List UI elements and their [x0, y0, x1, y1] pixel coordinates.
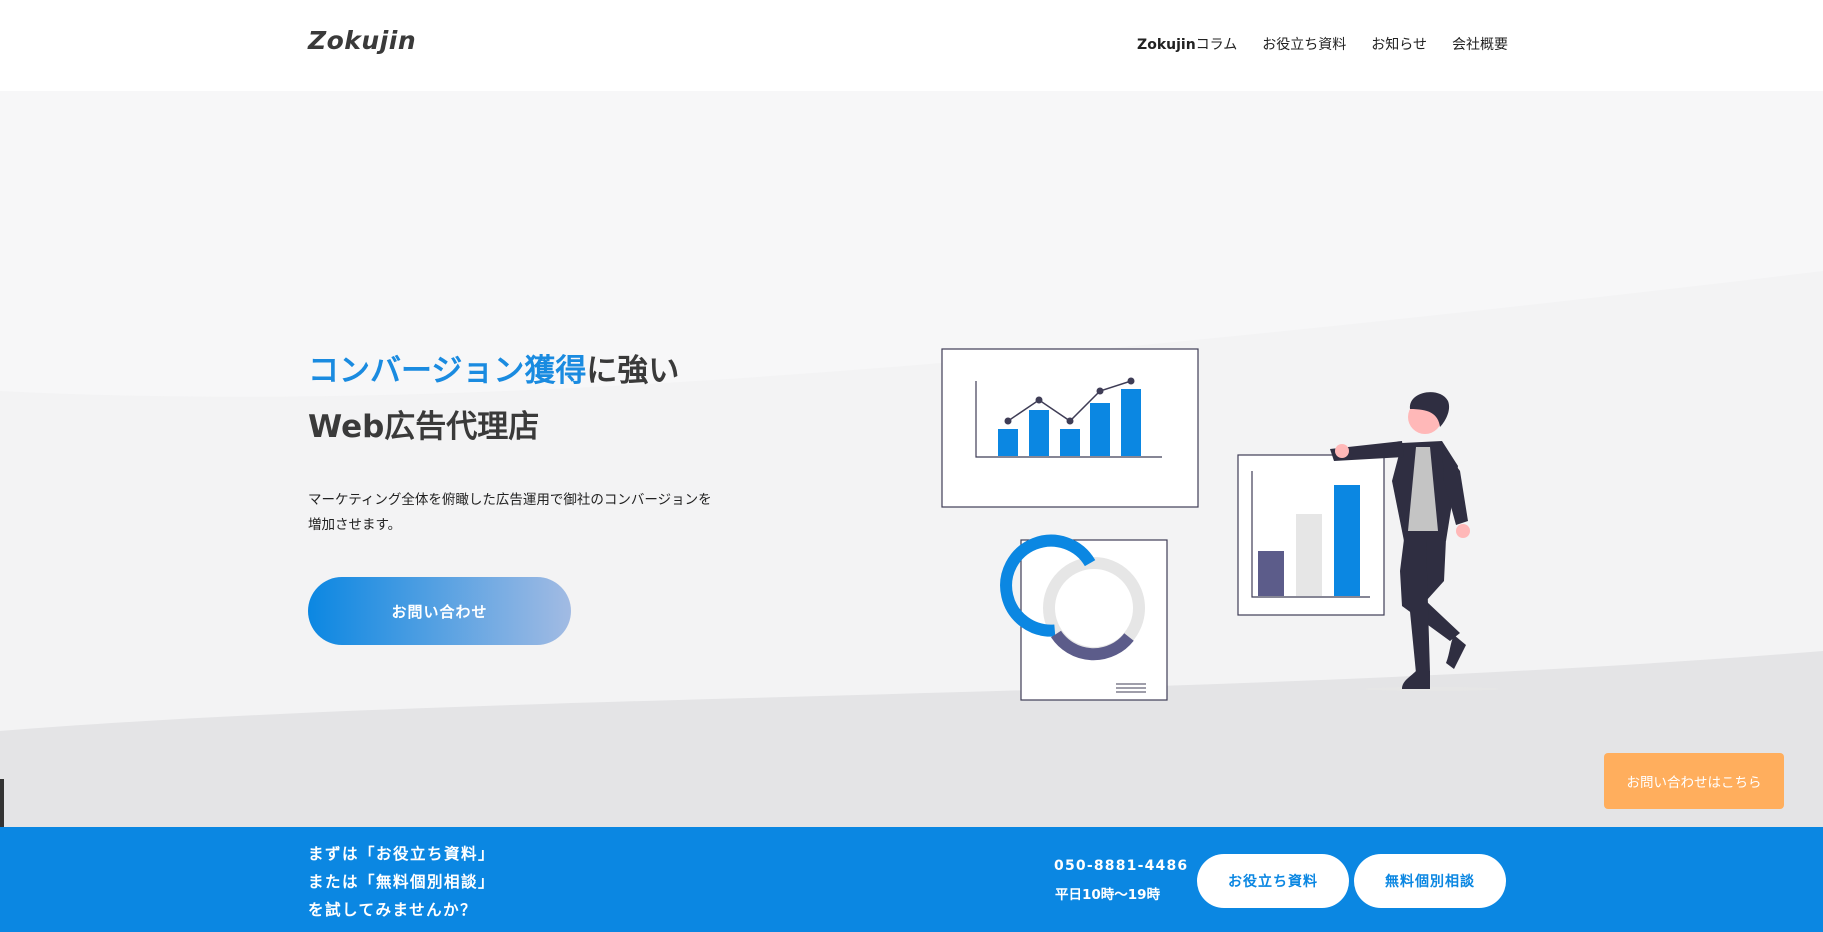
nav-item-column-brand: Zokujin — [1137, 37, 1196, 53]
contact-floating-button[interactable]: お問い合わせはこちら — [1604, 753, 1784, 809]
phone-number[interactable]: 050-8881-4486 — [1054, 858, 1188, 874]
bar-line-chart-card — [941, 348, 1199, 508]
hero-section: コンバージョン獲得に強い Web広告代理店 マーケティング全体を俯瞰した広告運用… — [0, 91, 1823, 827]
bottom-cta-line-1: まずは「お役立ち資料」 — [308, 845, 496, 863]
contact-button[interactable]: お問い合わせ — [308, 577, 571, 645]
hero-background-waves — [0, 271, 1823, 827]
bar-chart-card — [1237, 454, 1385, 616]
site-header: Zokujin Zokujinコラム お役立ち資料 お知らせ 会社概要 — [0, 0, 1823, 91]
hero-headline: コンバージョン獲得に強い Web広告代理店 — [308, 343, 679, 455]
main-nav: Zokujinコラム お役立ち資料 お知らせ 会社概要 — [1137, 34, 1508, 54]
donut-chart-card — [1000, 534, 1168, 701]
bottom-cta-text: まずは「お役立ち資料」 または「無料個別相談」 を試してみませんか？ — [308, 840, 495, 924]
bottom-cta-line-2: または「無料個別相談」 — [308, 873, 496, 891]
hero-lead: マーケティング全体を俯瞰した広告運用で御社のコンバージョンを 増加させます。 — [308, 488, 768, 538]
side-tab[interactable] — [0, 779, 4, 827]
free-consultation-button[interactable]: 無料個別相談 — [1354, 854, 1506, 908]
resources-button[interactable]: お役立ち資料 — [1197, 854, 1349, 908]
nav-item-news[interactable]: お知らせ — [1371, 34, 1427, 54]
headline-line-2: Web広告代理店 — [308, 409, 540, 445]
headline-line-1: コンバージョン獲得に強い — [308, 343, 679, 399]
analytics-illustration — [941, 348, 1500, 701]
nav-item-resources[interactable]: お役立ち資料 — [1262, 34, 1346, 54]
headline-rest: に強い — [586, 353, 680, 389]
business-hours: 平日10時～19時 — [1055, 887, 1161, 903]
bottom-cta-line-3: を試してみませんか？ — [308, 901, 478, 919]
nav-item-company[interactable]: 会社概要 — [1452, 34, 1508, 54]
lead-line-1: マーケティング全体を俯瞰した広告運用で御社のコンバージョンを — [308, 492, 712, 508]
nav-item-column[interactable]: Zokujinコラム — [1137, 34, 1237, 54]
bottom-cta-bar: まずは「お役立ち資料」 または「無料個別相談」 を試してみませんか？ 050-8… — [0, 827, 1823, 932]
nav-item-column-label: コラム — [1195, 37, 1238, 53]
headline-accent: コンバージョン獲得 — [308, 353, 587, 389]
lead-line-2: 増加させます。 — [308, 517, 402, 533]
site-logo[interactable]: Zokujin — [308, 26, 416, 55]
